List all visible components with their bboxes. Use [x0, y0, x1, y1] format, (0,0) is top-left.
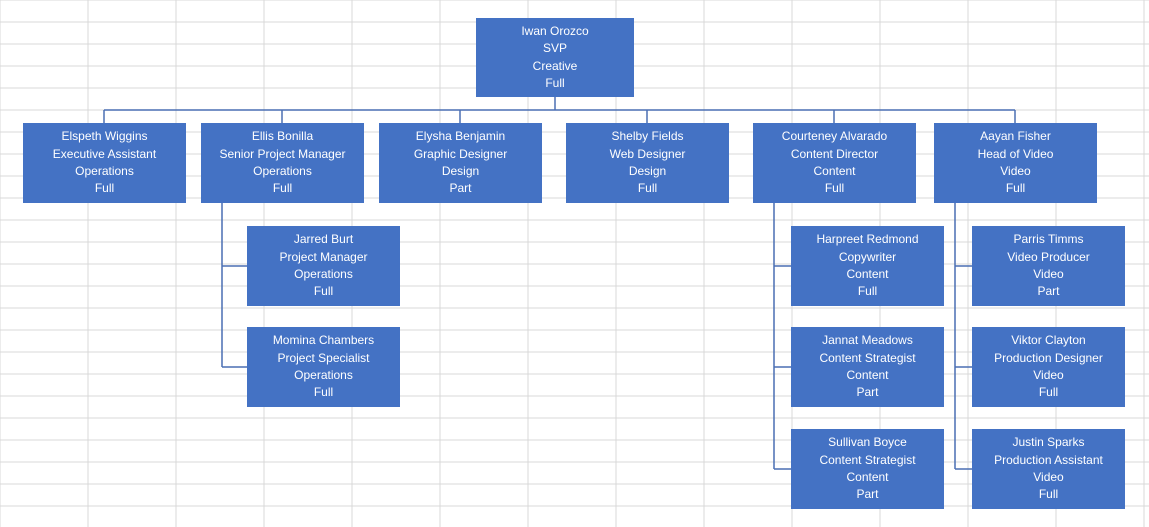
- node-status: Part: [856, 486, 878, 503]
- org-node[interactable]: Shelby Fields Web Designer Design Full: [566, 123, 729, 203]
- node-title: Web Designer: [610, 146, 686, 163]
- node-dept: Video: [1000, 163, 1030, 180]
- org-node[interactable]: Courteney Alvarado Content Director Cont…: [753, 123, 916, 203]
- node-status: Full: [638, 180, 657, 197]
- node-name: Viktor Clayton: [1011, 332, 1085, 349]
- node-status: Part: [449, 180, 471, 197]
- node-name: Jannat Meadows: [822, 332, 913, 349]
- org-node[interactable]: Elspeth Wiggins Executive Assistant Oper…: [23, 123, 186, 203]
- org-node[interactable]: Aayan Fisher Head of Video Video Full: [934, 123, 1097, 203]
- node-title: SVP: [543, 40, 567, 57]
- node-title: Production Assistant: [994, 452, 1103, 469]
- node-name: Momina Chambers: [273, 332, 374, 349]
- org-node-root[interactable]: Iwan Orozco SVP Creative Full: [476, 18, 634, 97]
- org-node[interactable]: Ellis Bonilla Senior Project Manager Ope…: [201, 123, 364, 203]
- node-name: Ellis Bonilla: [252, 128, 313, 145]
- node-title: Project Manager: [279, 249, 367, 266]
- node-dept: Creative: [533, 58, 578, 75]
- node-dept: Video: [1033, 266, 1063, 283]
- node-name: Parris Timms: [1014, 231, 1084, 248]
- node-title: Senior Project Manager: [219, 146, 345, 163]
- node-dept: Content: [846, 469, 888, 486]
- node-dept: Content: [813, 163, 855, 180]
- node-name: Elysha Benjamin: [416, 128, 505, 145]
- node-title: Head of Video: [978, 146, 1054, 163]
- org-node[interactable]: Viktor Clayton Production Designer Video…: [972, 327, 1125, 407]
- node-status: Full: [273, 180, 292, 197]
- node-title: Project Specialist: [277, 350, 369, 367]
- org-node[interactable]: Justin Sparks Production Assistant Video…: [972, 429, 1125, 509]
- node-title: Content Strategist: [819, 350, 915, 367]
- node-dept: Operations: [294, 266, 353, 283]
- node-title: Video Producer: [1007, 249, 1090, 266]
- node-name: Courteney Alvarado: [782, 128, 887, 145]
- node-dept: Content: [846, 266, 888, 283]
- node-dept: Operations: [75, 163, 134, 180]
- node-name: Harpreet Redmond: [816, 231, 918, 248]
- node-status: Full: [95, 180, 114, 197]
- node-name: Iwan Orozco: [521, 23, 588, 40]
- node-title: Content Director: [791, 146, 878, 163]
- node-dept: Design: [442, 163, 479, 180]
- node-status: Part: [856, 384, 878, 401]
- node-name: Aayan Fisher: [980, 128, 1051, 145]
- node-name: Jarred Burt: [294, 231, 353, 248]
- node-status: Full: [1039, 384, 1058, 401]
- node-title: Production Designer: [994, 350, 1103, 367]
- org-node[interactable]: Momina Chambers Project Specialist Opera…: [247, 327, 400, 407]
- org-node[interactable]: Jarred Burt Project Manager Operations F…: [247, 226, 400, 306]
- node-status: Full: [1006, 180, 1025, 197]
- node-name: Shelby Fields: [611, 128, 683, 145]
- node-name: Justin Sparks: [1012, 434, 1084, 451]
- node-dept: Video: [1033, 469, 1063, 486]
- node-title: Executive Assistant: [53, 146, 156, 163]
- node-dept: Design: [629, 163, 666, 180]
- node-status: Part: [1037, 283, 1059, 300]
- node-status: Full: [545, 75, 564, 92]
- node-status: Full: [825, 180, 844, 197]
- node-status: Full: [1039, 486, 1058, 503]
- node-status: Full: [314, 283, 333, 300]
- node-name: Elspeth Wiggins: [61, 128, 147, 145]
- node-dept: Operations: [294, 367, 353, 384]
- node-dept: Content: [846, 367, 888, 384]
- node-status: Full: [858, 283, 877, 300]
- org-node[interactable]: Sullivan Boyce Content Strategist Conten…: [791, 429, 944, 509]
- node-status: Full: [314, 384, 333, 401]
- node-title: Graphic Designer: [414, 146, 507, 163]
- org-node[interactable]: Harpreet Redmond Copywriter Content Full: [791, 226, 944, 306]
- node-name: Sullivan Boyce: [828, 434, 907, 451]
- org-node[interactable]: Parris Timms Video Producer Video Part: [972, 226, 1125, 306]
- node-title: Content Strategist: [819, 452, 915, 469]
- org-node[interactable]: Elysha Benjamin Graphic Designer Design …: [379, 123, 542, 203]
- org-node[interactable]: Jannat Meadows Content Strategist Conten…: [791, 327, 944, 407]
- node-title: Copywriter: [839, 249, 896, 266]
- node-dept: Operations: [253, 163, 312, 180]
- node-dept: Video: [1033, 367, 1063, 384]
